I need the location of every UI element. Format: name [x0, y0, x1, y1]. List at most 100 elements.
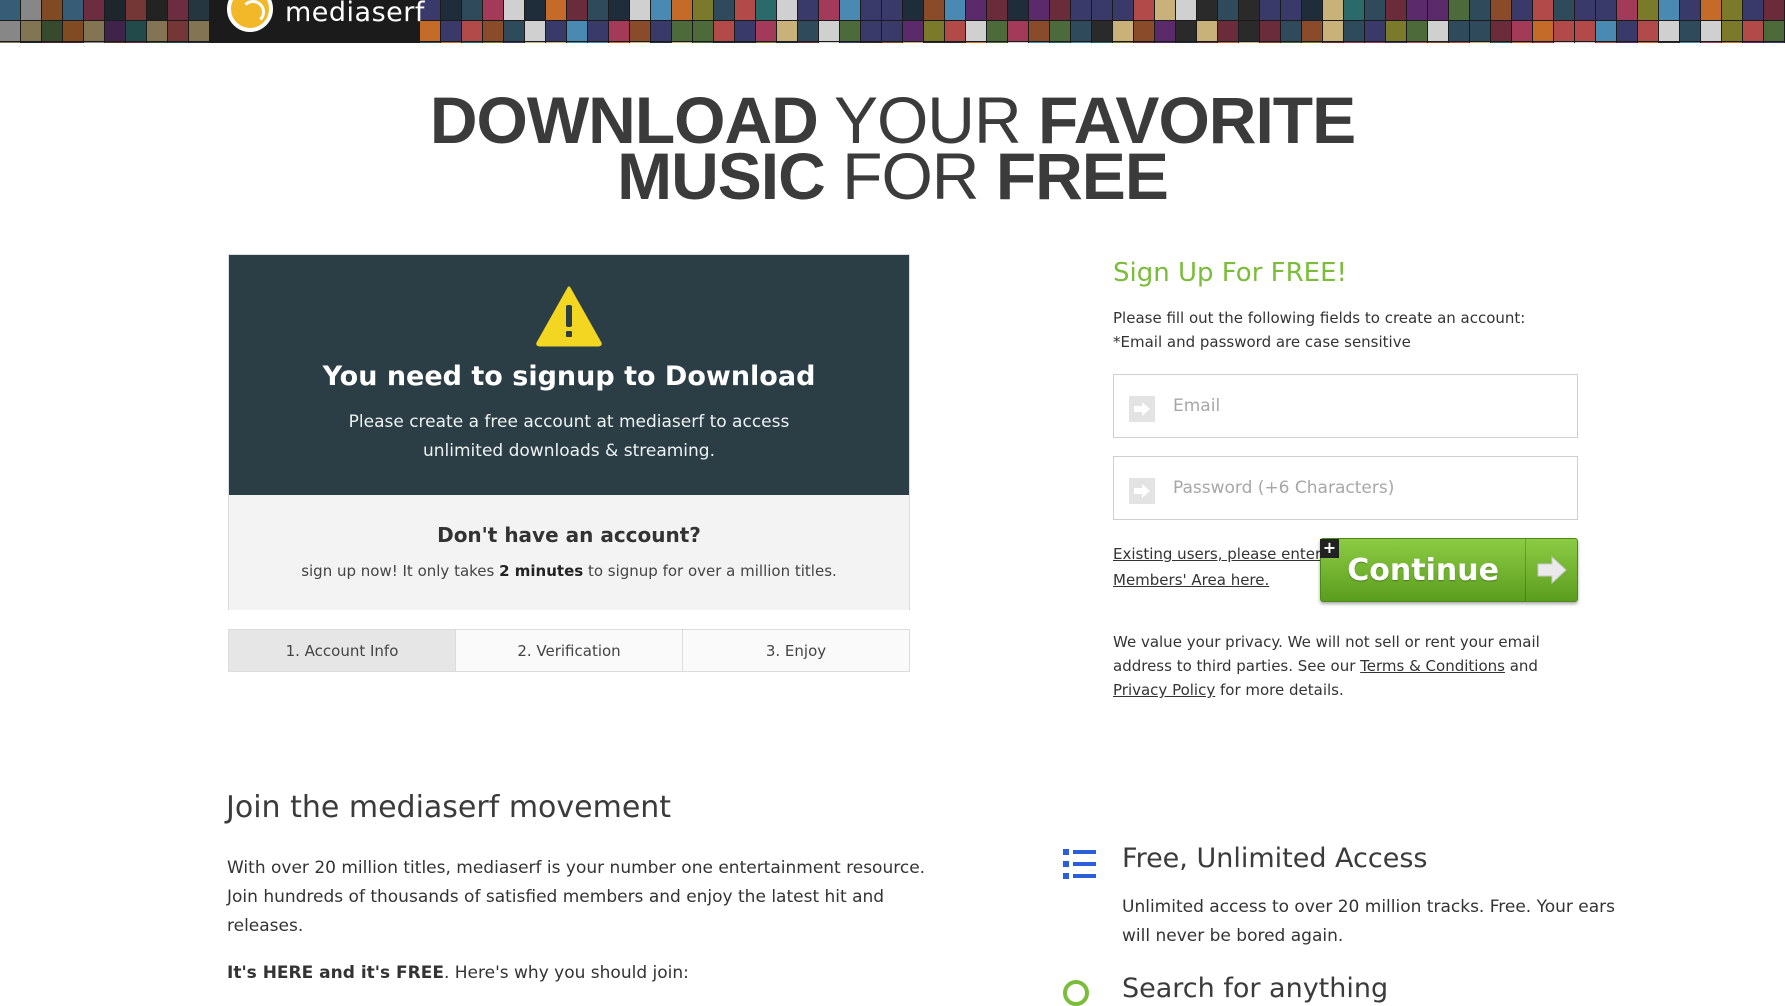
album-cover-tile: [651, 0, 671, 20]
album-cover-tile: [1722, 21, 1742, 41]
album-cover-tile: [1491, 0, 1511, 20]
album-cover-tile: [1701, 0, 1721, 20]
album-cover-tile: [1554, 0, 1574, 20]
album-cover-tile: [777, 42, 797, 43]
album-cover-tile: [126, 21, 146, 41]
album-cover-tile: [987, 0, 1007, 20]
album-cover-tile: [168, 0, 188, 20]
album-cover-tile: [21, 0, 41, 20]
album-cover-tile: [462, 42, 482, 43]
list-icon: [1063, 848, 1096, 881]
album-cover-tile: [693, 0, 713, 20]
album-cover-tile: [1386, 0, 1406, 20]
album-cover-tile: [609, 42, 629, 43]
continue-button[interactable]: Continue: [1320, 538, 1578, 602]
album-cover-tile: [819, 21, 839, 41]
email-input[interactable]: [1171, 395, 1561, 417]
album-cover-tile: [1512, 42, 1532, 43]
logo[interactable]: mediaserf: [227, 0, 425, 32]
headline-word: FREE: [995, 139, 1169, 213]
album-cover-tile: [1323, 21, 1343, 41]
album-cover-tile: [1554, 42, 1574, 43]
album-cover-tile: [1155, 0, 1175, 20]
album-cover-tile: [1260, 0, 1280, 20]
album-cover-tile: [1113, 0, 1133, 20]
album-cover-tile: [651, 42, 671, 43]
album-cover-tile: [672, 0, 692, 20]
album-cover-tile: [1428, 0, 1448, 20]
album-cover-tile: [861, 42, 881, 43]
album-cover-tile: [1197, 42, 1217, 43]
album-cover-tile: [105, 0, 125, 20]
album-cover-tile: [1512, 21, 1532, 41]
album-cover-tile: [1050, 0, 1070, 20]
album-cover-tile: [840, 42, 860, 43]
album-cover-tile: [1743, 42, 1763, 43]
album-cover-tile: [651, 21, 671, 41]
album-cover-tile: [756, 42, 776, 43]
join-why-rest: . Here's why you should join:: [443, 963, 689, 983]
album-cover-tile: [1743, 0, 1763, 20]
arrow-right-icon: [1129, 396, 1155, 422]
album-cover-tile: [1323, 42, 1343, 43]
album-cover-tile: [672, 21, 692, 41]
album-cover-tile: [1008, 21, 1028, 41]
album-cover-tile: [567, 21, 587, 41]
signup-form: Sign Up For FREE! Please fill out the fo…: [1113, 258, 1583, 702]
album-cover-tile: [1722, 42, 1742, 43]
album-cover-tile: [1764, 21, 1784, 41]
no-account-duration: 2 minutes: [499, 562, 584, 580]
album-cover-tile: [819, 0, 839, 20]
album-cover-tile: [126, 0, 146, 20]
album-cover-tile: [0, 0, 20, 20]
album-cover-tile: [1470, 0, 1490, 20]
album-cover-tile: [1134, 0, 1154, 20]
album-cover-tile: [693, 42, 713, 43]
album-cover-tile: [105, 21, 125, 41]
album-cover-tile: [462, 0, 482, 20]
album-cover-tile: [924, 0, 944, 20]
album-cover-tile: [1155, 42, 1175, 43]
password-input[interactable]: [1171, 477, 1561, 499]
album-cover-tile: [630, 21, 650, 41]
album-cover-tile: [1071, 0, 1091, 20]
album-cover-tile: [1428, 42, 1448, 43]
album-cover-tile: [1260, 42, 1280, 43]
album-cover-tile: [567, 0, 587, 20]
members-area-link[interactable]: Existing users, please enter Members' Ar…: [1113, 541, 1323, 593]
album-cover-tile: [567, 42, 587, 43]
album-cover-tile: [1701, 21, 1721, 41]
album-cover-tile: [1449, 42, 1469, 43]
terms-link[interactable]: Terms & Conditions: [1360, 657, 1505, 675]
album-cover-tile: [966, 42, 986, 43]
privacy-policy-link[interactable]: Privacy Policy: [1113, 681, 1215, 699]
album-cover-tile: [1281, 21, 1301, 41]
album-cover-tile: [735, 42, 755, 43]
album-cover-tile: [1113, 42, 1133, 43]
album-cover-tile: [84, 0, 104, 20]
album-cover-tile: [546, 21, 566, 41]
album-cover-tile: [714, 21, 734, 41]
warning-icon: [536, 285, 602, 347]
signup-notice-card: You need to signup to Download Please cr…: [228, 254, 910, 610]
join-why-bold: It's HERE and it's FREE: [227, 963, 444, 983]
album-cover-tile: [1386, 21, 1406, 41]
step-account-info: 1. Account Info: [229, 630, 456, 671]
album-cover-tile: [1197, 21, 1217, 41]
no-account-title: Don't have an account?: [437, 523, 701, 547]
album-cover-tile: [861, 0, 881, 20]
album-cover-tile: [1659, 42, 1679, 43]
album-cover-tile: [525, 42, 545, 43]
password-field[interactable]: [1113, 456, 1578, 520]
no-account-text-post: to signup for over a million titles.: [583, 562, 837, 580]
album-cover-tile: [1659, 21, 1679, 41]
album-cover-tile: [105, 42, 125, 43]
signup-instructions-line-2: *Email and password are case sensitive: [1113, 333, 1411, 351]
album-cover-tile: [1596, 0, 1616, 20]
album-cover-tile: [1092, 21, 1112, 41]
album-cover-tile: [1092, 42, 1112, 43]
album-cover-tile: [966, 0, 986, 20]
continue-button-label: Continue: [1347, 552, 1499, 588]
email-field[interactable]: [1113, 374, 1578, 438]
album-cover-tile: [693, 21, 713, 41]
